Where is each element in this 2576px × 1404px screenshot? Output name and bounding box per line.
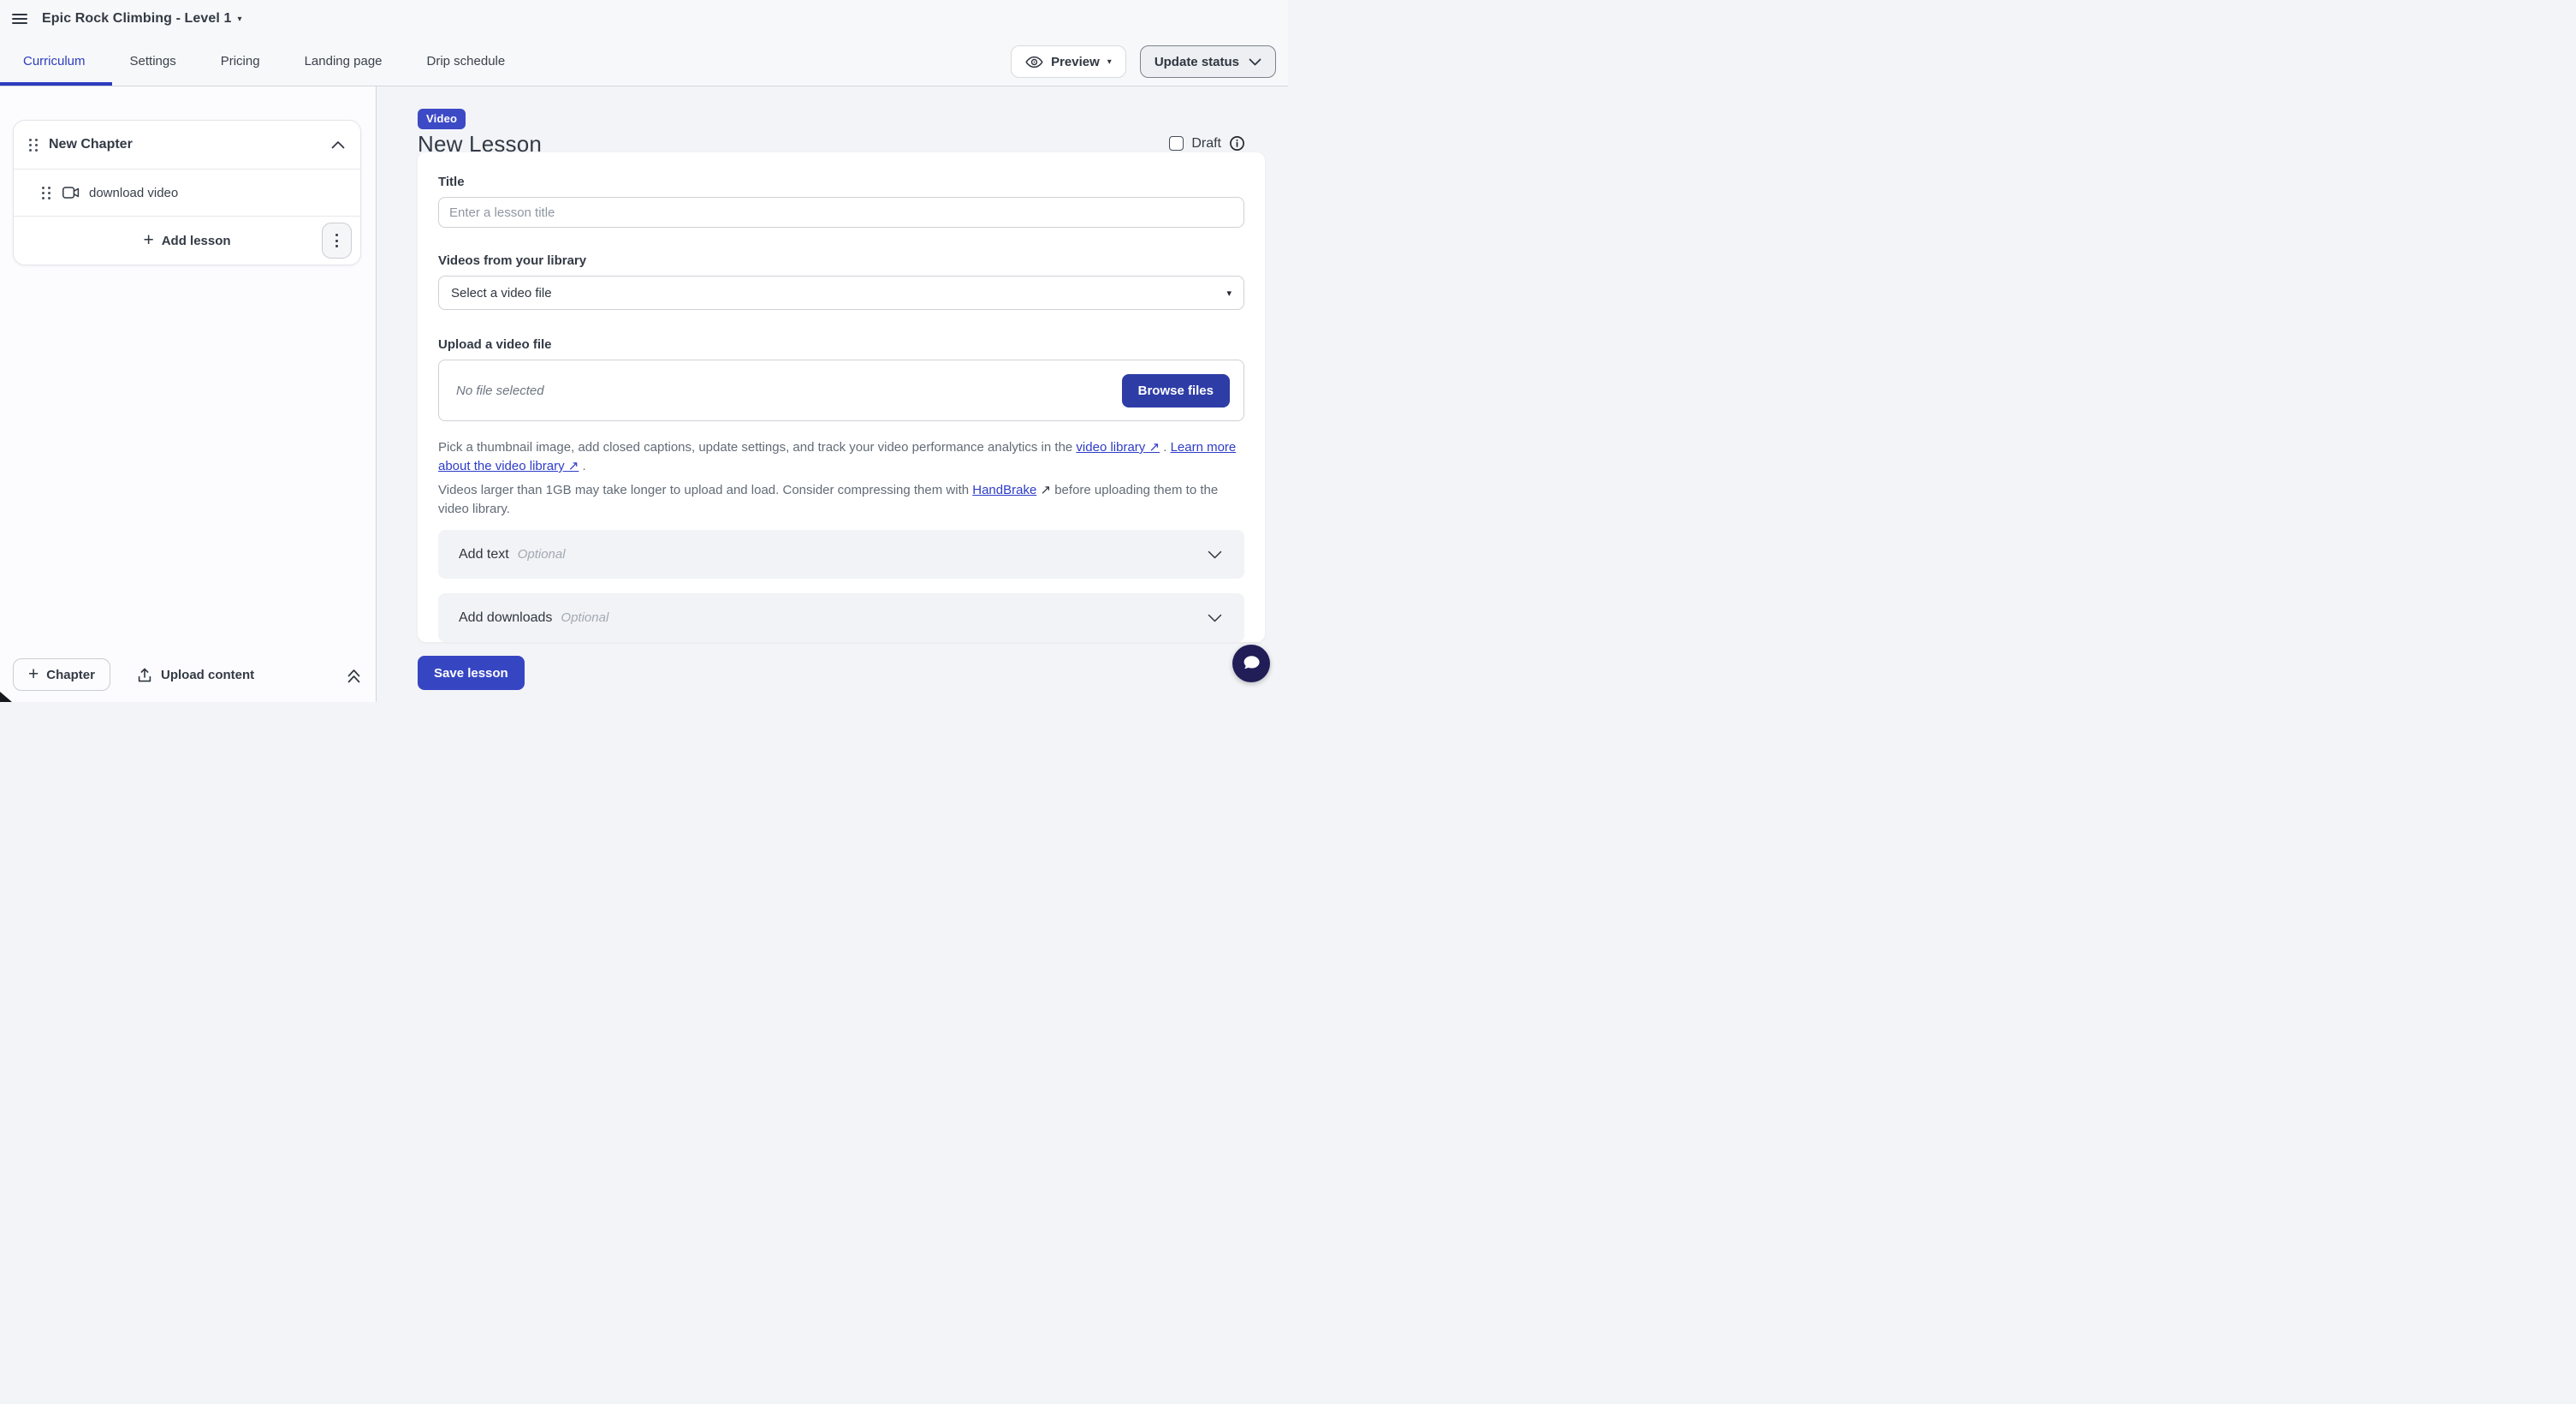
collapse-sidebar-icon[interactable]: [347, 669, 361, 684]
tab-curriculum[interactable]: Curriculum: [23, 54, 86, 68]
mouse-cursor: [0, 692, 14, 702]
upload-content-button[interactable]: Upload content: [137, 658, 254, 691]
curriculum-sidebar: New Chapter download video + Add lesson: [0, 86, 377, 702]
chevron-up-icon[interactable]: [331, 141, 345, 149]
drag-handle-icon[interactable]: [29, 139, 38, 152]
chapter-menu-button[interactable]: [322, 223, 352, 259]
chevron-down-icon: [1208, 614, 1222, 622]
tab-landing-page[interactable]: Landing page: [305, 54, 383, 68]
chat-launcher-button[interactable]: [1232, 645, 1270, 682]
lesson-editor: Video New Lesson Draft Title Videos from…: [377, 86, 1288, 702]
upload-icon: [137, 667, 152, 683]
update-status-label: Update status: [1154, 55, 1239, 69]
active-tab-underline: [0, 82, 112, 86]
drag-handle-icon[interactable]: [42, 187, 50, 199]
update-status-button[interactable]: Update status: [1140, 45, 1276, 78]
library-label: Videos from your library: [438, 253, 1244, 268]
header-actions: Preview ▾ Update status: [1011, 45, 1276, 78]
external-link-icon: ↗: [568, 459, 579, 473]
caret-down-icon: ▾: [1226, 288, 1232, 299]
preview-button[interactable]: Preview ▾: [1011, 45, 1126, 78]
title-label: Title: [438, 175, 1244, 189]
add-chapter-button[interactable]: + Chapter: [13, 658, 110, 691]
add-text-section[interactable]: Add text Optional: [438, 530, 1244, 579]
preview-button-label: Preview: [1051, 55, 1100, 69]
caret-down-icon: ▾: [238, 15, 242, 24]
lesson-row[interactable]: download video: [14, 170, 360, 216]
select-value: Select a video file: [451, 286, 552, 300]
optional-label: Optional: [561, 610, 608, 625]
add-text-label: Add text: [459, 547, 509, 562]
tab-settings[interactable]: Settings: [130, 54, 176, 68]
video-library-link[interactable]: video library ↗: [1076, 440, 1160, 455]
plus-icon: +: [28, 665, 39, 683]
hamburger-menu-icon[interactable]: [12, 14, 27, 24]
sidebar-footer: + Chapter Upload content: [0, 647, 376, 702]
info-icon[interactable]: [1229, 135, 1245, 152]
file-upload-field: No file selected Browse files: [438, 360, 1244, 421]
chapter-row[interactable]: New Chapter: [14, 121, 360, 169]
lesson-name: download video: [89, 186, 178, 200]
course-title: Epic Rock Climbing - Level 1: [42, 11, 232, 27]
lesson-title-input[interactable]: [438, 197, 1244, 228]
draft-label: Draft: [1191, 136, 1221, 152]
top-bar: Epic Rock Climbing - Level 1 ▾: [0, 0, 1288, 38]
course-title-dropdown[interactable]: Epic Rock Climbing - Level 1 ▾: [42, 11, 242, 27]
save-lesson-button[interactable]: Save lesson: [418, 656, 525, 690]
upload-label: Upload a video file: [438, 337, 1244, 352]
video-library-help-text: Pick a thumbnail image, add closed capti…: [438, 438, 1244, 476]
plus-icon: +: [143, 231, 153, 249]
caret-down-icon: ▾: [1107, 58, 1112, 67]
lesson-type-badge: Video: [418, 109, 466, 129]
chat-bubble-icon: [1241, 654, 1261, 673]
chevron-down-icon: [1208, 550, 1222, 559]
add-downloads-label: Add downloads: [459, 610, 552, 626]
external-link-icon: ↗: [1040, 483, 1051, 497]
optional-label: Optional: [518, 547, 566, 562]
add-chapter-label: Chapter: [46, 668, 95, 682]
tab-drip-schedule[interactable]: Drip schedule: [427, 54, 506, 68]
chapter-name: New Chapter: [49, 137, 331, 152]
video-camera-icon: [62, 187, 80, 199]
add-lesson-button[interactable]: + Add lesson: [143, 232, 230, 250]
add-lesson-label: Add lesson: [162, 234, 231, 248]
add-lesson-row: + Add lesson: [14, 217, 360, 265]
add-downloads-section[interactable]: Add downloads Optional: [438, 593, 1244, 642]
eye-icon: [1025, 56, 1043, 68]
draft-toggle-row: Draft: [1169, 135, 1245, 152]
no-file-text: No file selected: [456, 384, 544, 398]
draft-checkbox[interactable]: [1169, 136, 1184, 151]
lesson-form-card: Title Videos from your library Select a …: [418, 152, 1265, 642]
header: Epic Rock Climbing - Level 1 ▾ Curriculu…: [0, 0, 1288, 86]
chevron-down-icon: [1249, 58, 1261, 66]
file-size-help-text: Videos larger than 1GB may take longer t…: [438, 481, 1244, 519]
upload-content-label: Upload content: [161, 668, 254, 682]
video-library-select[interactable]: Select a video file ▾: [438, 276, 1244, 310]
tab-pricing[interactable]: Pricing: [221, 54, 260, 68]
handbrake-link[interactable]: HandBrake: [972, 483, 1036, 497]
external-link-icon: ↗: [1149, 440, 1160, 455]
tab-bar: Curriculum Settings Pricing Landing page…: [23, 37, 505, 86]
course-builder-page: Epic Rock Climbing - Level 1 ▾ Curriculu…: [0, 0, 1288, 702]
browse-files-button[interactable]: Browse files: [1122, 374, 1230, 408]
chapter-card: New Chapter download video + Add lesson: [13, 120, 361, 265]
